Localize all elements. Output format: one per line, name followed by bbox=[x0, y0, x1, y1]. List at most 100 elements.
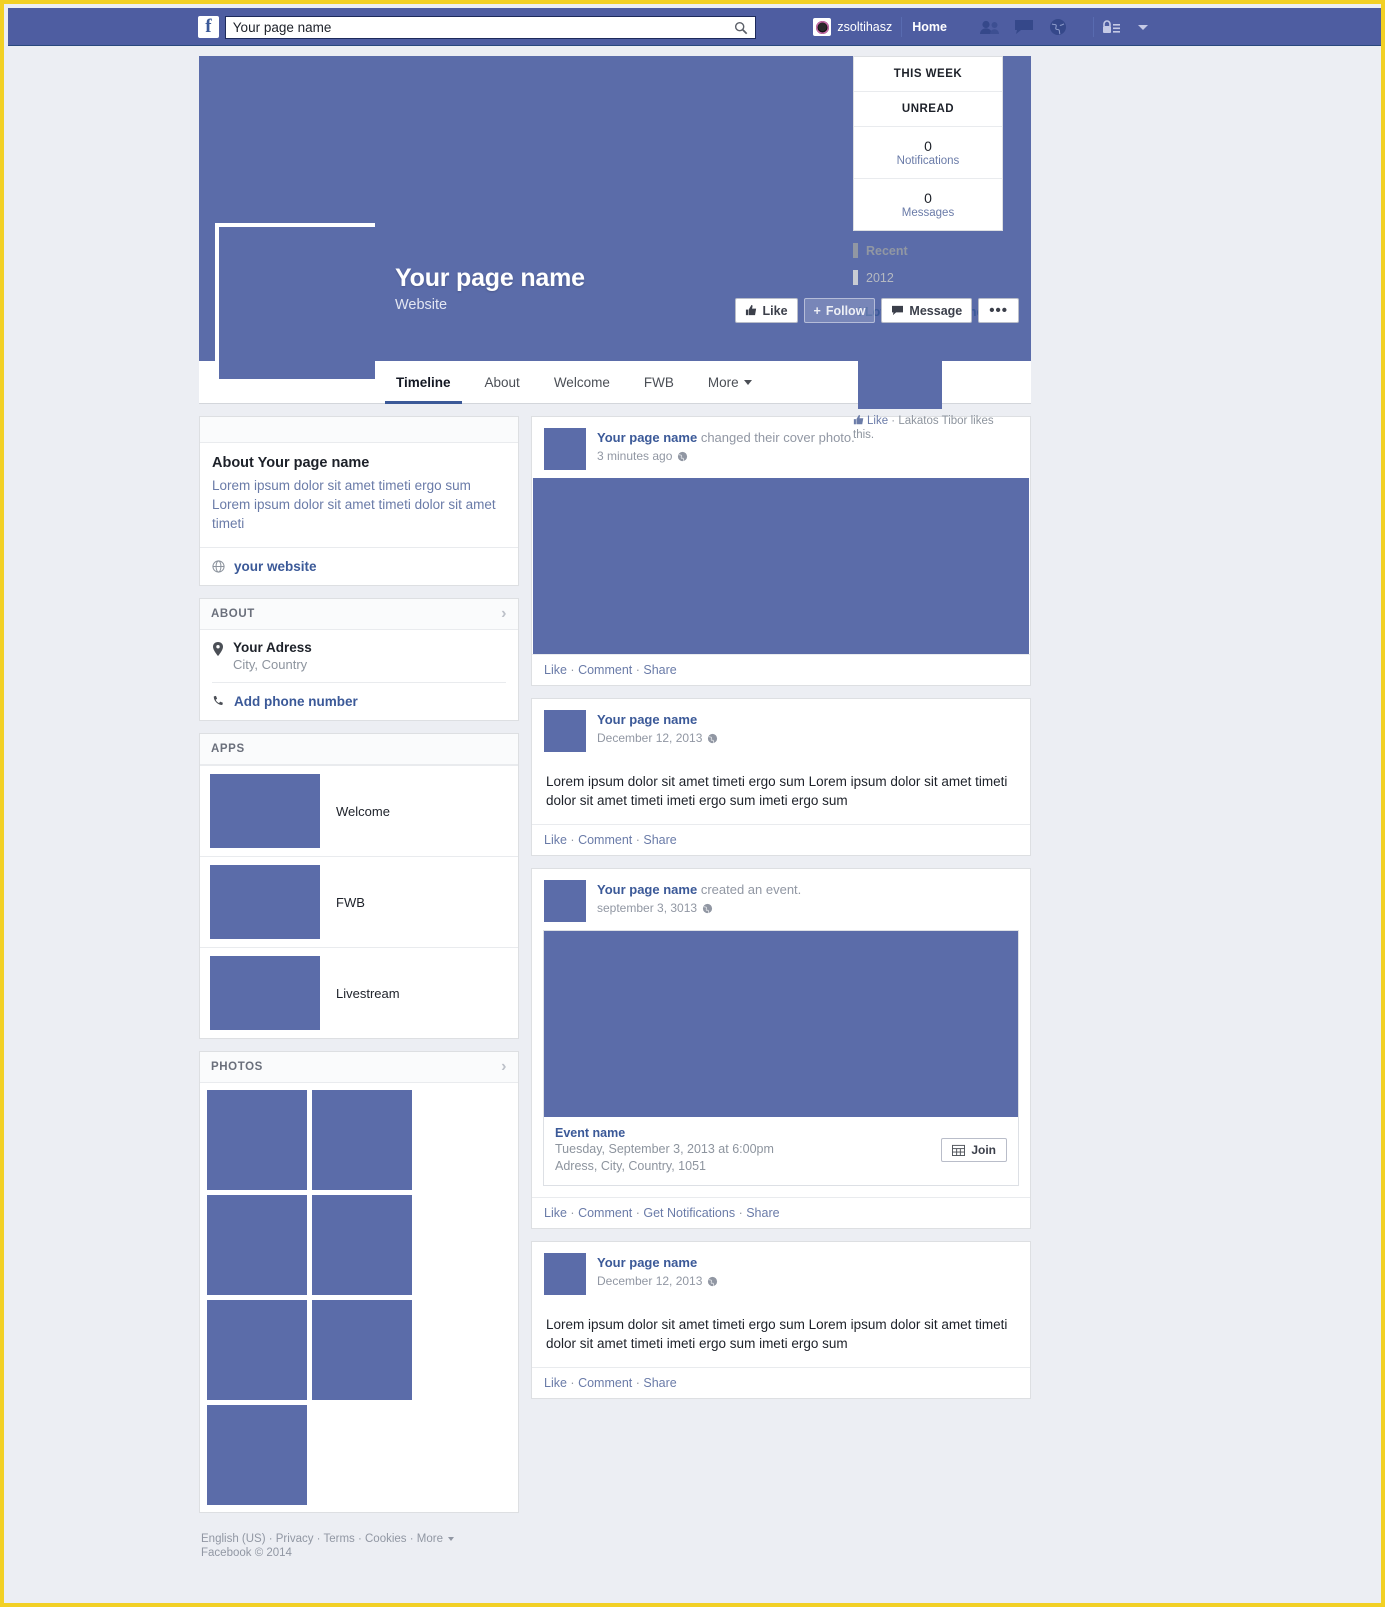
tab-timeline-label: Timeline bbox=[396, 374, 451, 390]
tab-fwb[interactable]: FWB bbox=[627, 361, 691, 403]
weekly-summary-card: THIS WEEK UNREAD 0 Notifications 0 Messa… bbox=[853, 56, 1003, 231]
follow-button-label: Follow bbox=[825, 303, 866, 318]
post-byline: Your page name bbox=[597, 1254, 718, 1271]
post-comment-action[interactable]: Comment bbox=[578, 1206, 632, 1220]
chevron-right-icon[interactable]: › bbox=[501, 606, 507, 622]
post-time-label: september 3, 3013 bbox=[597, 901, 698, 915]
photos-section-header[interactable]: PHOTOS › bbox=[200, 1052, 518, 1083]
profile-picture[interactable] bbox=[215, 223, 375, 383]
tab-about[interactable]: About bbox=[468, 361, 537, 403]
post-like-action[interactable]: Like bbox=[544, 1376, 567, 1390]
event-join-button[interactable]: Join bbox=[941, 1138, 1007, 1162]
messages-stat[interactable]: 0 Messages bbox=[854, 179, 1002, 230]
tab-more[interactable]: More bbox=[691, 361, 769, 403]
globe-icon bbox=[708, 733, 718, 743]
app-label: Livestream bbox=[336, 985, 400, 1001]
follow-button[interactable]: + Follow bbox=[803, 298, 876, 323]
post-get-notifications-action[interactable]: Get Notifications bbox=[643, 1206, 735, 1220]
avatar bbox=[813, 18, 832, 36]
about-page-card: About Your page name Lorem ipsum dolor s… bbox=[199, 416, 519, 586]
messages-icon[interactable] bbox=[1009, 14, 1039, 40]
notifications-label: Notifications bbox=[896, 155, 960, 167]
post-author-avatar[interactable] bbox=[544, 710, 586, 752]
notifications-globe-icon[interactable] bbox=[1043, 14, 1073, 40]
account-profile-link[interactable]: zsoltihasz bbox=[804, 13, 901, 41]
post-share-action[interactable]: Share bbox=[643, 663, 676, 677]
post-image[interactable] bbox=[533, 478, 1029, 654]
footer-links[interactable]: English (US) · Privacy · Terms · Cookies… bbox=[201, 1531, 517, 1547]
friend-requests-icon[interactable] bbox=[975, 14, 1005, 40]
timeline-nav-recent[interactable]: Recent bbox=[853, 243, 1003, 258]
more-options-button[interactable]: ••• bbox=[978, 298, 1019, 323]
event-image[interactable] bbox=[544, 931, 1018, 1117]
about-section-header[interactable]: ABOUT › bbox=[200, 599, 518, 630]
post-share-action[interactable]: Share bbox=[643, 833, 676, 847]
post-author-avatar[interactable] bbox=[544, 428, 586, 470]
chevron-right-icon[interactable]: › bbox=[501, 1059, 507, 1075]
facebook-top-navigation-bar: f zsoltihasz Home bbox=[8, 8, 1381, 46]
app-thumbnail bbox=[210, 956, 320, 1030]
post-comment-action[interactable]: Comment bbox=[578, 833, 632, 847]
tab-welcome[interactable]: Welcome bbox=[537, 361, 627, 403]
post-like-action[interactable]: Like bbox=[544, 833, 567, 847]
rail-post-image[interactable] bbox=[858, 327, 942, 409]
photo-thumbnail[interactable] bbox=[207, 1405, 307, 1505]
timeline-nav-2012[interactable]: 2012 bbox=[853, 270, 1003, 285]
event-name[interactable]: Event name bbox=[555, 1126, 774, 1140]
like-button[interactable]: Like bbox=[734, 298, 798, 323]
photo-thumbnail[interactable] bbox=[312, 1090, 412, 1190]
post-comment-action[interactable]: Comment bbox=[578, 1376, 632, 1390]
website-link-row[interactable]: your website bbox=[200, 547, 518, 585]
message-button[interactable]: Message bbox=[881, 298, 973, 323]
privacy-lock-icon[interactable] bbox=[1096, 14, 1126, 40]
post-comment-action[interactable]: Comment bbox=[578, 663, 632, 677]
post-author-avatar[interactable] bbox=[544, 880, 586, 922]
rail-post-like-label[interactable]: Like bbox=[867, 415, 888, 427]
account-caret-icon[interactable] bbox=[1128, 14, 1158, 40]
post-author-name[interactable]: Your page name bbox=[597, 882, 697, 897]
add-phone-label: Add phone number bbox=[234, 694, 358, 709]
photo-thumbnail[interactable] bbox=[207, 1300, 307, 1400]
post-share-action[interactable]: Share bbox=[746, 1206, 779, 1220]
timeline-nav-label: 2012 bbox=[866, 270, 894, 285]
timeline-feed: Your page name changed their cover photo… bbox=[531, 416, 1031, 1559]
app-item-welcome[interactable]: Welcome bbox=[200, 765, 518, 856]
notifications-stat[interactable]: 0 Notifications bbox=[854, 127, 1002, 179]
add-phone-row[interactable]: Add phone number bbox=[200, 683, 518, 720]
event-card[interactable]: Event name Tuesday, September 3, 2013 at… bbox=[543, 930, 1019, 1186]
post-author-name[interactable]: Your page name bbox=[597, 430, 697, 445]
post-time-label: December 12, 2013 bbox=[597, 731, 703, 745]
photo-thumbnail[interactable] bbox=[312, 1195, 412, 1295]
post-action-bar: Like · Comment · Get Notifications · Sha… bbox=[532, 1197, 1030, 1228]
photo-thumbnail[interactable] bbox=[207, 1195, 307, 1295]
post-like-action[interactable]: Like bbox=[544, 1206, 567, 1220]
photo-thumbnail[interactable] bbox=[207, 1090, 307, 1190]
post-timestamp: December 12, 2013 bbox=[597, 731, 718, 745]
search-icon[interactable] bbox=[734, 21, 748, 35]
post-like-action[interactable]: Like bbox=[544, 663, 567, 677]
home-link[interactable]: Home bbox=[902, 20, 957, 34]
tab-welcome-label: Welcome bbox=[553, 374, 610, 390]
search-bar[interactable] bbox=[224, 15, 757, 39]
search-input[interactable] bbox=[225, 16, 756, 38]
map-pin-icon bbox=[213, 642, 223, 656]
event-location: Adress, City, Country, 1051 bbox=[555, 1159, 706, 1173]
tab-timeline[interactable]: Timeline bbox=[379, 361, 468, 404]
messages-label: Messages bbox=[901, 207, 955, 219]
facebook-logo-icon[interactable]: f bbox=[198, 16, 219, 38]
app-item-fwb[interactable]: FWB bbox=[200, 856, 518, 947]
app-label: FWB bbox=[336, 894, 365, 910]
post-timestamp: september 3, 3013 bbox=[597, 901, 801, 915]
post-author-avatar[interactable] bbox=[544, 1253, 586, 1295]
app-item-livestream[interactable]: Livestream bbox=[200, 947, 518, 1038]
about-card-title: About Your page name bbox=[212, 455, 370, 471]
post-author-name[interactable]: Your page name bbox=[597, 712, 697, 727]
chevron-down-icon[interactable] bbox=[448, 1536, 455, 1541]
page-category: Website bbox=[395, 297, 448, 313]
unread-header: UNREAD bbox=[854, 92, 1002, 127]
post-author-name[interactable]: Your page name bbox=[597, 1255, 697, 1270]
post-share-action[interactable]: Share bbox=[643, 1376, 676, 1390]
address-subtitle: City, Country bbox=[233, 657, 308, 672]
globe-icon bbox=[212, 560, 225, 573]
photo-thumbnail[interactable] bbox=[312, 1300, 412, 1400]
